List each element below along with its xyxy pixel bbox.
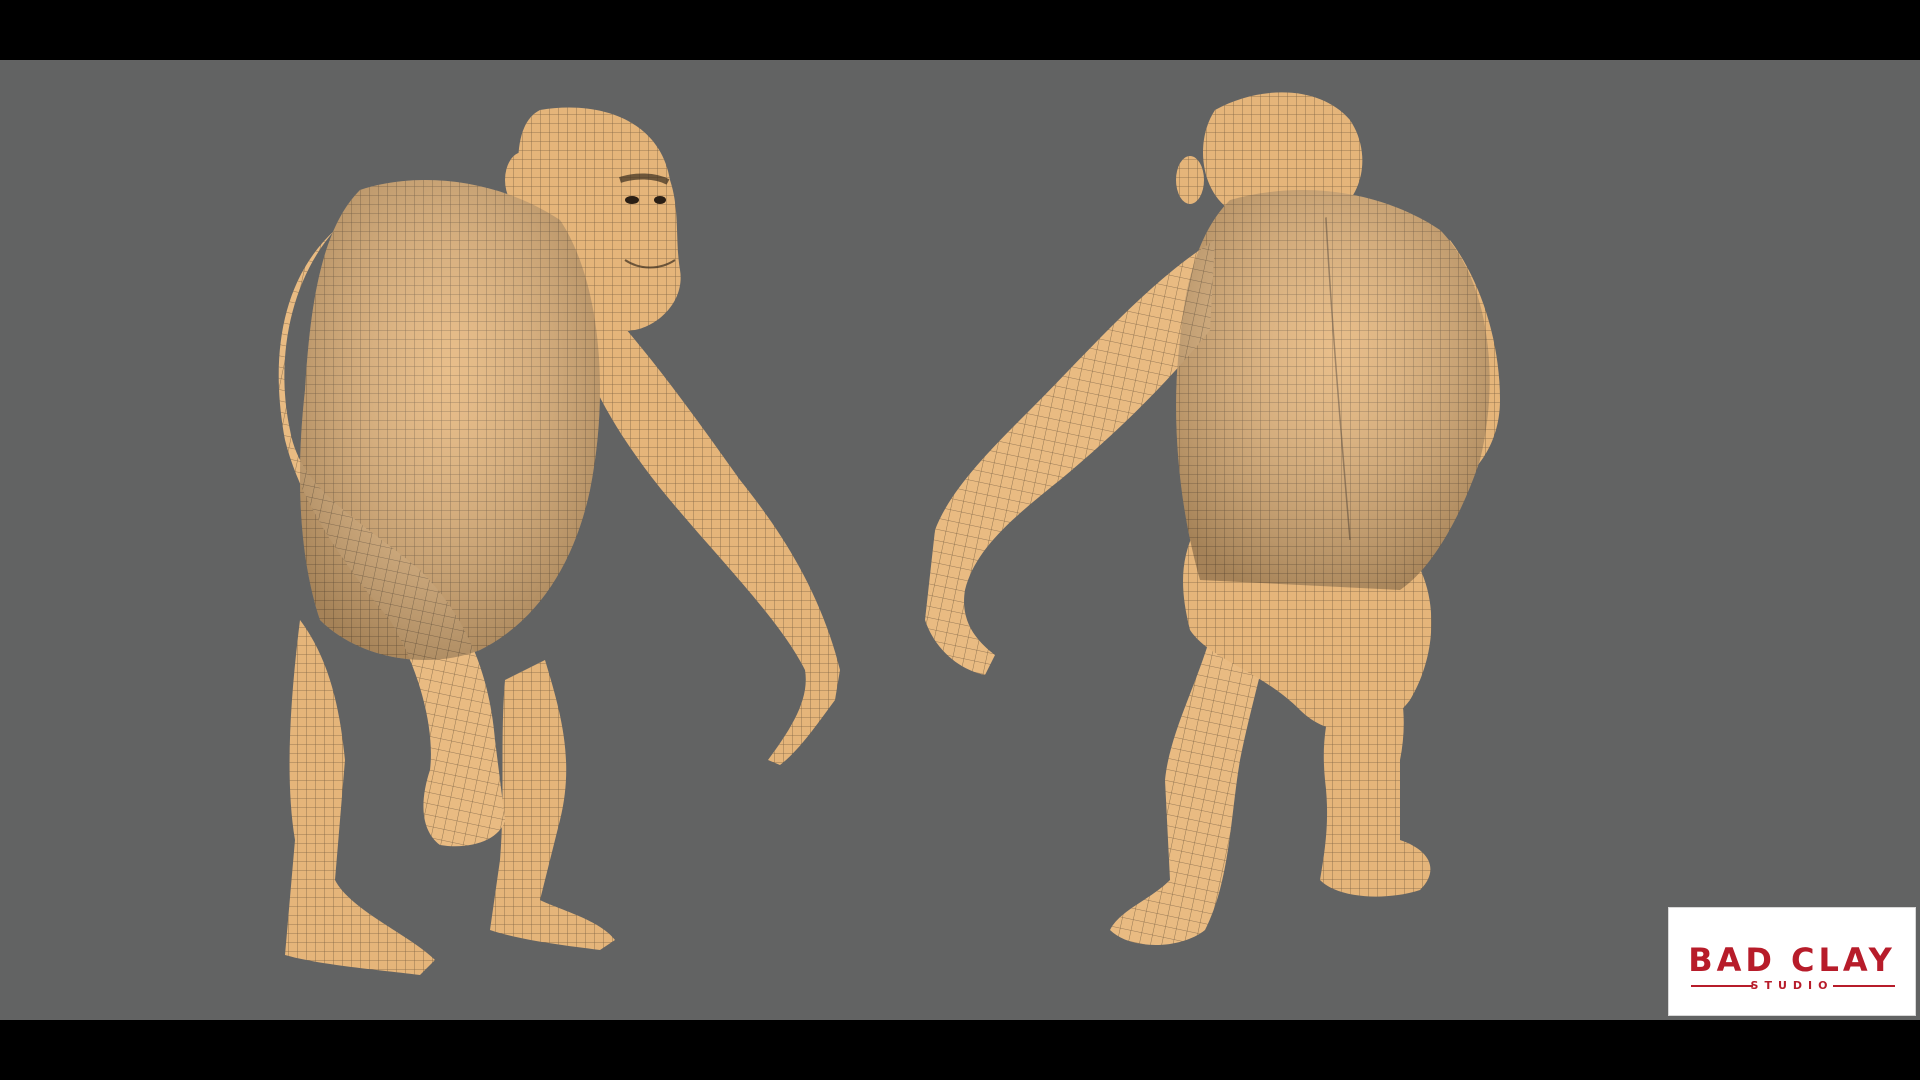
letterbox-bottom — [0, 1020, 1920, 1080]
logo-rule-right — [1833, 985, 1895, 987]
studio-logo: BAD CLAY STUDIO — [1668, 907, 1916, 1016]
letterbox-top — [0, 0, 1920, 60]
chimp-render — [278, 92, 1500, 975]
chimp-front — [278, 107, 840, 975]
chimp-back — [925, 92, 1500, 945]
image-frame: BAD CLAY STUDIO — [0, 0, 1920, 1080]
render-viewport: BAD CLAY STUDIO — [0, 60, 1920, 1020]
logo-title: BAD CLAY — [1688, 941, 1896, 979]
